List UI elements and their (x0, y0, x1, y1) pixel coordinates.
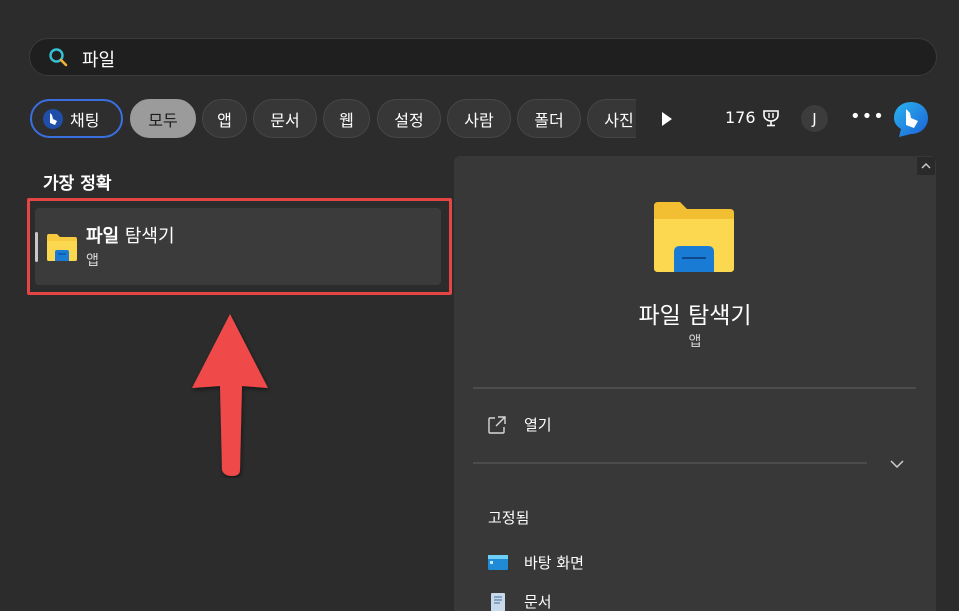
divider (473, 387, 916, 389)
pinned-item-documents[interactable]: 문서 (487, 591, 552, 611)
rewards-points[interactable]: 176 (725, 108, 781, 127)
rewards-trophy-icon (762, 109, 779, 126)
tab-web-label: 웹 (339, 110, 354, 130)
open-external-icon (488, 415, 506, 434)
windows-search-window: 파일 채팅 모두 앱 문서 웹 설정 사람 폴더 사진 176 J ••• 가장… (0, 0, 959, 611)
tab-apps[interactable]: 앱 (202, 99, 247, 138)
filter-tabs: 채팅 모두 앱 문서 웹 설정 사람 폴더 사진 (0, 99, 636, 139)
pinned-item-desktop[interactable]: 바탕 화면 (487, 552, 584, 573)
chevron-down-icon[interactable] (889, 458, 905, 470)
pinned-item-desktop-label: 바탕 화면 (524, 554, 584, 572)
tab-settings-label: 설정 (394, 110, 424, 130)
tab-all[interactable]: 모두 (130, 99, 196, 138)
pinned-item-documents-label: 문서 (524, 593, 552, 611)
tab-apps-label: 앱 (217, 110, 232, 130)
file-explorer-large-icon (654, 202, 734, 272)
tab-settings[interactable]: 설정 (377, 99, 441, 138)
annotation-arrow-up-icon (192, 314, 268, 476)
document-icon (491, 592, 505, 611)
divider (473, 462, 867, 464)
tab-people[interactable]: 사람 (447, 99, 511, 138)
tab-web[interactable]: 웹 (323, 99, 370, 138)
rewards-points-value: 176 (725, 108, 756, 127)
open-action-label: 열기 (524, 416, 552, 434)
tab-photos[interactable]: 사진 (587, 99, 636, 138)
search-input[interactable]: 파일 (29, 38, 937, 76)
tab-chat[interactable]: 채팅 (30, 99, 123, 138)
scrollbar-track[interactable] (936, 176, 938, 606)
search-query-text: 파일 (82, 50, 116, 71)
open-action[interactable]: 열기 (487, 414, 552, 435)
desktop-icon (488, 554, 508, 570)
annotation-highlight-box (27, 198, 452, 295)
preview-title: 파일 탐색기 (638, 303, 752, 329)
avatar[interactable]: J (801, 105, 828, 132)
tab-photos-label: 사진 (604, 110, 634, 130)
scroll-up-button[interactable] (917, 157, 935, 175)
tab-documents-label: 문서 (270, 110, 300, 130)
tab-documents[interactable]: 문서 (253, 99, 317, 138)
search-icon (49, 48, 68, 67)
pinned-heading: 고정됨 (488, 509, 530, 527)
scroll-filters-right-icon[interactable] (659, 109, 675, 129)
preview-subtitle: 앱 (688, 334, 702, 350)
best-match-heading: 가장 정확 (43, 174, 112, 194)
more-options-button[interactable]: ••• (850, 106, 885, 127)
chevron-up-icon (921, 163, 931, 169)
avatar-initial: J (812, 109, 817, 128)
tab-all-label: 모두 (148, 110, 178, 130)
tab-folders-label: 폴더 (534, 110, 564, 130)
bing-chat-icon (43, 108, 63, 129)
tab-folders[interactable]: 폴더 (517, 99, 581, 138)
tab-people-label: 사람 (464, 110, 494, 130)
bing-icon[interactable] (891, 99, 931, 139)
tab-chat-label: 채팅 (70, 110, 100, 130)
